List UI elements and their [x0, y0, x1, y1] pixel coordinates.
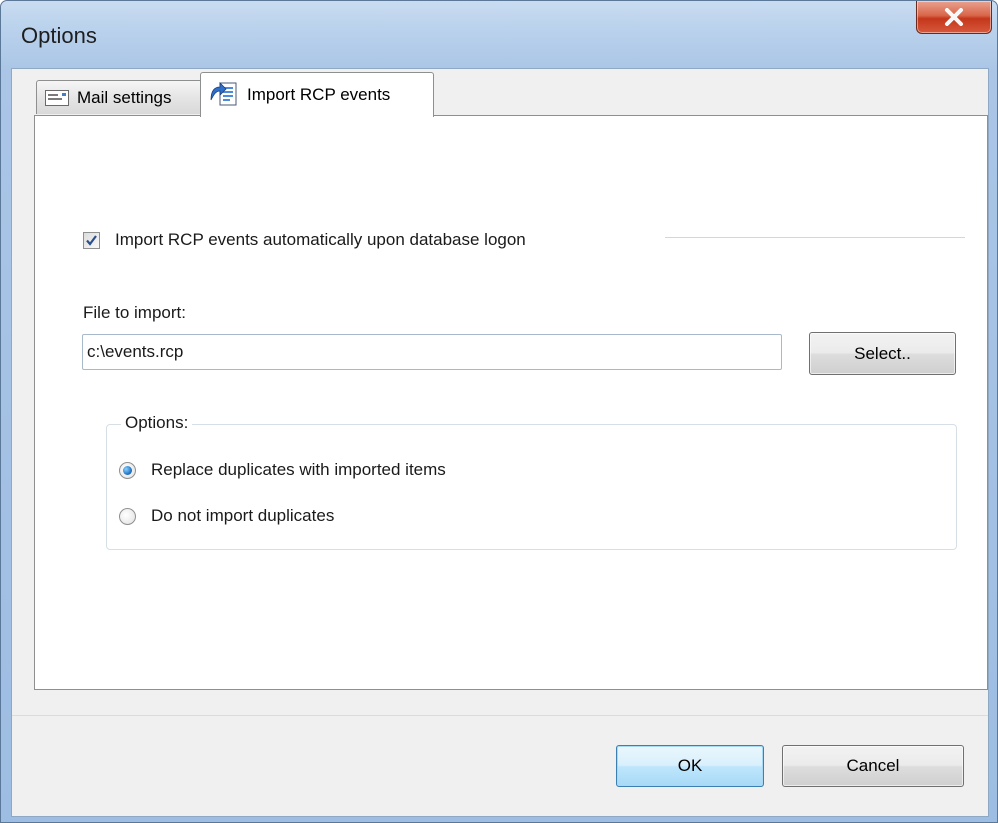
- replace-duplicates-radio[interactable]: [119, 461, 136, 479]
- footer-separator: [12, 715, 988, 716]
- auto-import-label: Import RCP events automatically upon dat…: [115, 230, 526, 249]
- tab-import-rcp-events-label: Import RCP events: [247, 85, 391, 104]
- cancel-button[interactable]: Cancel: [782, 745, 964, 787]
- options-dialog: Options Mail settings Import RCP events …: [0, 0, 998, 823]
- ok-button[interactable]: OK: [616, 745, 764, 787]
- skip-duplicates-option[interactable]: Do not import duplicates: [119, 506, 334, 526]
- close-button[interactable]: [916, 1, 992, 34]
- tab-mail-settings-label: Mail settings: [77, 87, 172, 107]
- window-title: Options: [21, 23, 97, 48]
- title-bar[interactable]: Options: [1, 1, 997, 69]
- replace-duplicates-label: Replace duplicates with imported items: [151, 460, 446, 479]
- file-path-input[interactable]: [82, 334, 782, 370]
- auto-import-option[interactable]: Import RCP events automatically upon dat…: [83, 230, 526, 250]
- tab-mail-settings[interactable]: Mail settings: [36, 80, 204, 114]
- options-group-label: Options:: [121, 413, 193, 433]
- file-to-import-label: File to import:: [83, 303, 186, 322]
- options-groupbox: [106, 424, 957, 550]
- import-events-icon: [209, 80, 239, 110]
- auto-import-checkbox[interactable]: [83, 231, 100, 249]
- replace-duplicates-option[interactable]: Replace duplicates with imported items: [119, 460, 446, 480]
- skip-duplicates-radio[interactable]: [119, 507, 136, 525]
- separator-line: [665, 237, 965, 238]
- select-file-button[interactable]: Select..: [809, 332, 956, 375]
- mail-settings-icon: [45, 89, 69, 106]
- skip-duplicates-label: Do not import duplicates: [151, 506, 335, 525]
- checkmark-icon: [86, 234, 97, 246]
- dialog-client-area: Mail settings Import RCP events Import R…: [11, 68, 989, 817]
- tab-import-rcp-events[interactable]: Import RCP events: [200, 72, 434, 117]
- close-icon: [945, 8, 963, 26]
- import-tab-panel: Import RCP events automatically upon dat…: [34, 115, 988, 690]
